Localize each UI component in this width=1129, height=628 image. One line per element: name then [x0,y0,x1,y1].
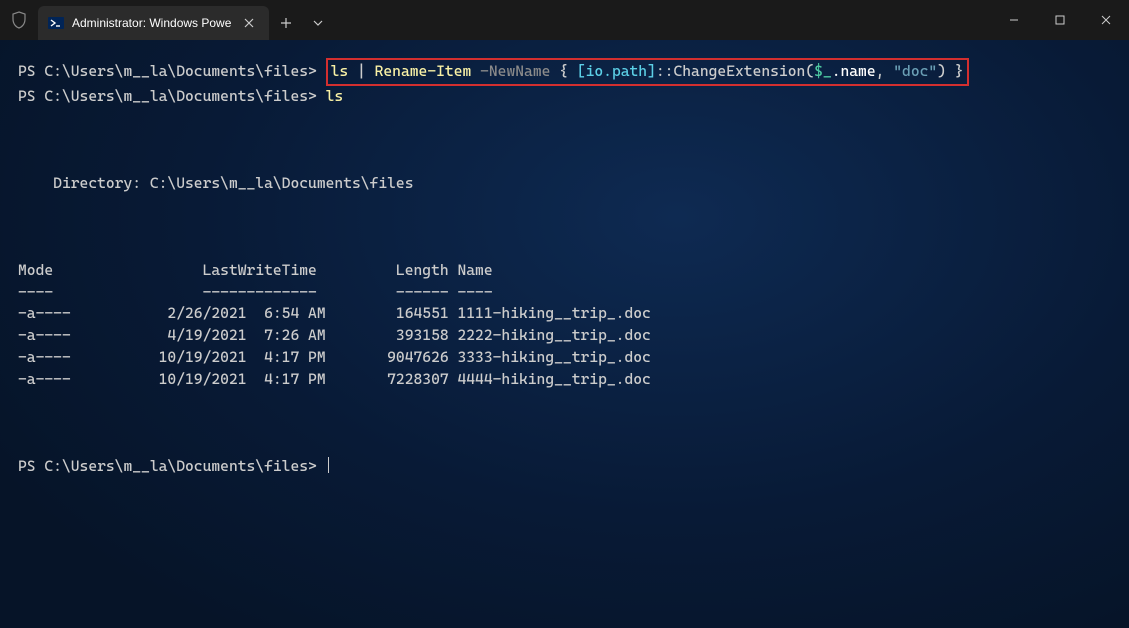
tab-powershell[interactable]: Administrator: Windows Powe [38,6,269,40]
highlighted-command: ls | Rename-Item -NewName { [io.path]::C… [326,58,969,86]
token-dotname: .name [832,62,876,80]
prompt-path: PS C:\Users\m__la\Documents\files> [18,457,317,475]
prompt-path: PS C:\Users\m__la\Documents\files> [18,62,317,80]
listing-row: -a---- 2/26/2021 6:54 AM 164551 1111-hik… [18,303,1111,325]
titlebar-drag-region[interactable] [333,0,991,40]
token-flag: -NewName [480,62,550,80]
minimize-button[interactable] [991,0,1037,40]
listing-header: Mode LastWriteTime Length Name [18,260,1111,282]
command-line-2: PS C:\Users\m__la\Documents\files> ls [18,86,1111,108]
token-dcolon: :: [656,62,674,80]
maximize-button[interactable] [1037,0,1083,40]
command-line-1: PS C:\Users\m__la\Documents\files> ls | … [18,58,1111,86]
cursor [328,457,329,473]
token-brace-open: { [559,62,568,80]
token-var: $_ [814,62,832,80]
token-rename: Rename-Item [375,62,472,80]
shield-icon [0,0,38,40]
blank-line [18,129,1111,151]
tab-dropdown-button[interactable] [303,6,333,40]
tab-title: Administrator: Windows Powe [72,16,231,30]
powershell-icon [48,15,64,31]
token-string: "doc" [893,62,937,80]
listing-row: -a---- 10/19/2021 4:17 PM 7228307 4444-h… [18,369,1111,391]
listing-row: -a---- 4/19/2021 7:26 AM 393158 2222-hik… [18,325,1111,347]
blank-line [18,216,1111,238]
blank-line [18,412,1111,434]
token-comma: , [876,62,885,80]
token-brace-close: } [955,62,964,80]
close-window-button[interactable] [1083,0,1129,40]
token-ls-2: ls [326,87,344,105]
token-method: ChangeExtension [673,62,805,80]
token-pipe: | [357,62,366,80]
titlebar: Administrator: Windows Powe [0,0,1129,40]
token-paren-close: ) [937,62,946,80]
prompt-cursor-line: PS C:\Users\m__la\Documents\files> [18,456,1111,478]
prompt-path: PS C:\Users\m__la\Documents\files> [18,87,317,105]
terminal-output[interactable]: PS C:\Users\m__la\Documents\files> ls | … [0,40,1129,628]
directory-header: Directory: C:\Users\m__la\Documents\file… [18,173,1111,195]
token-ls: ls [331,62,349,80]
token-paren-open: ( [805,62,814,80]
tab-close-button[interactable] [239,13,259,33]
listing-row: -a---- 10/19/2021 4:17 PM 9047626 3333-h… [18,347,1111,369]
token-iopath: [io.path] [577,62,656,80]
listing-dashes: ---- ------------- ------ ---- [18,282,1111,304]
new-tab-button[interactable] [269,6,303,40]
